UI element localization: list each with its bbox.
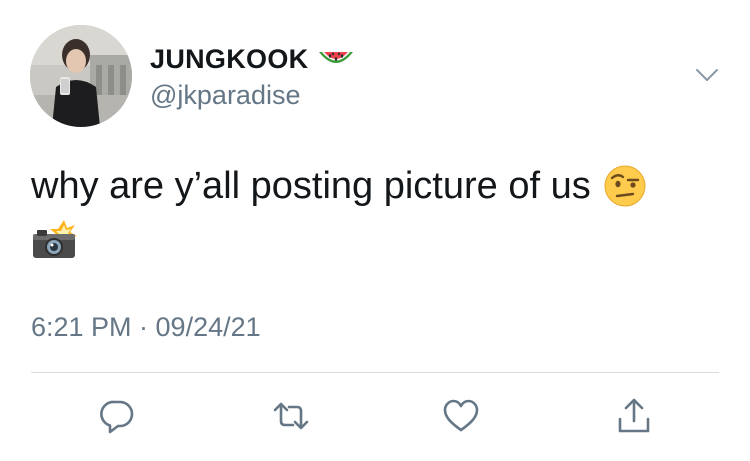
- watermelon-emoji: [319, 52, 354, 63]
- retweet-icon: [273, 402, 309, 430]
- avatar[interactable]: [30, 25, 132, 127]
- camera-with-flash-emoji: [33, 220, 77, 258]
- avatar-photo: [30, 25, 132, 127]
- retweet-button[interactable]: [271, 396, 311, 436]
- reply-icon: [100, 400, 134, 434]
- divider: [31, 372, 719, 373]
- like-button[interactable]: [441, 396, 481, 436]
- name-row: JUNGKOOK: [150, 42, 356, 76]
- reply-button[interactable]: [97, 396, 137, 436]
- share-icon: [618, 398, 650, 433]
- tweet-header: JUNGKOOK @jkparadise: [150, 42, 356, 111]
- tweet-text-content: why are y’all posting picture of us: [31, 165, 591, 207]
- tweet-timestamp[interactable]: 6:21 PM · 09/24/21: [31, 312, 261, 343]
- chevron-down-icon[interactable]: [694, 62, 720, 88]
- tweet-card: JUNGKOOK @jkparadise why are y’all posti…: [0, 0, 750, 461]
- display-name[interactable]: JUNGKOOK: [150, 44, 308, 75]
- like-icon: [443, 399, 479, 432]
- tweet-action-bar: [0, 396, 750, 436]
- face-with-raised-eyebrow-emoji: [604, 165, 646, 207]
- share-button[interactable]: [614, 396, 654, 436]
- user-handle[interactable]: @jkparadise: [150, 80, 356, 111]
- tweet-text-line: why are y’all posting picture of us: [31, 160, 731, 212]
- tweet-text: why are y’all posting picture of us: [31, 160, 731, 260]
